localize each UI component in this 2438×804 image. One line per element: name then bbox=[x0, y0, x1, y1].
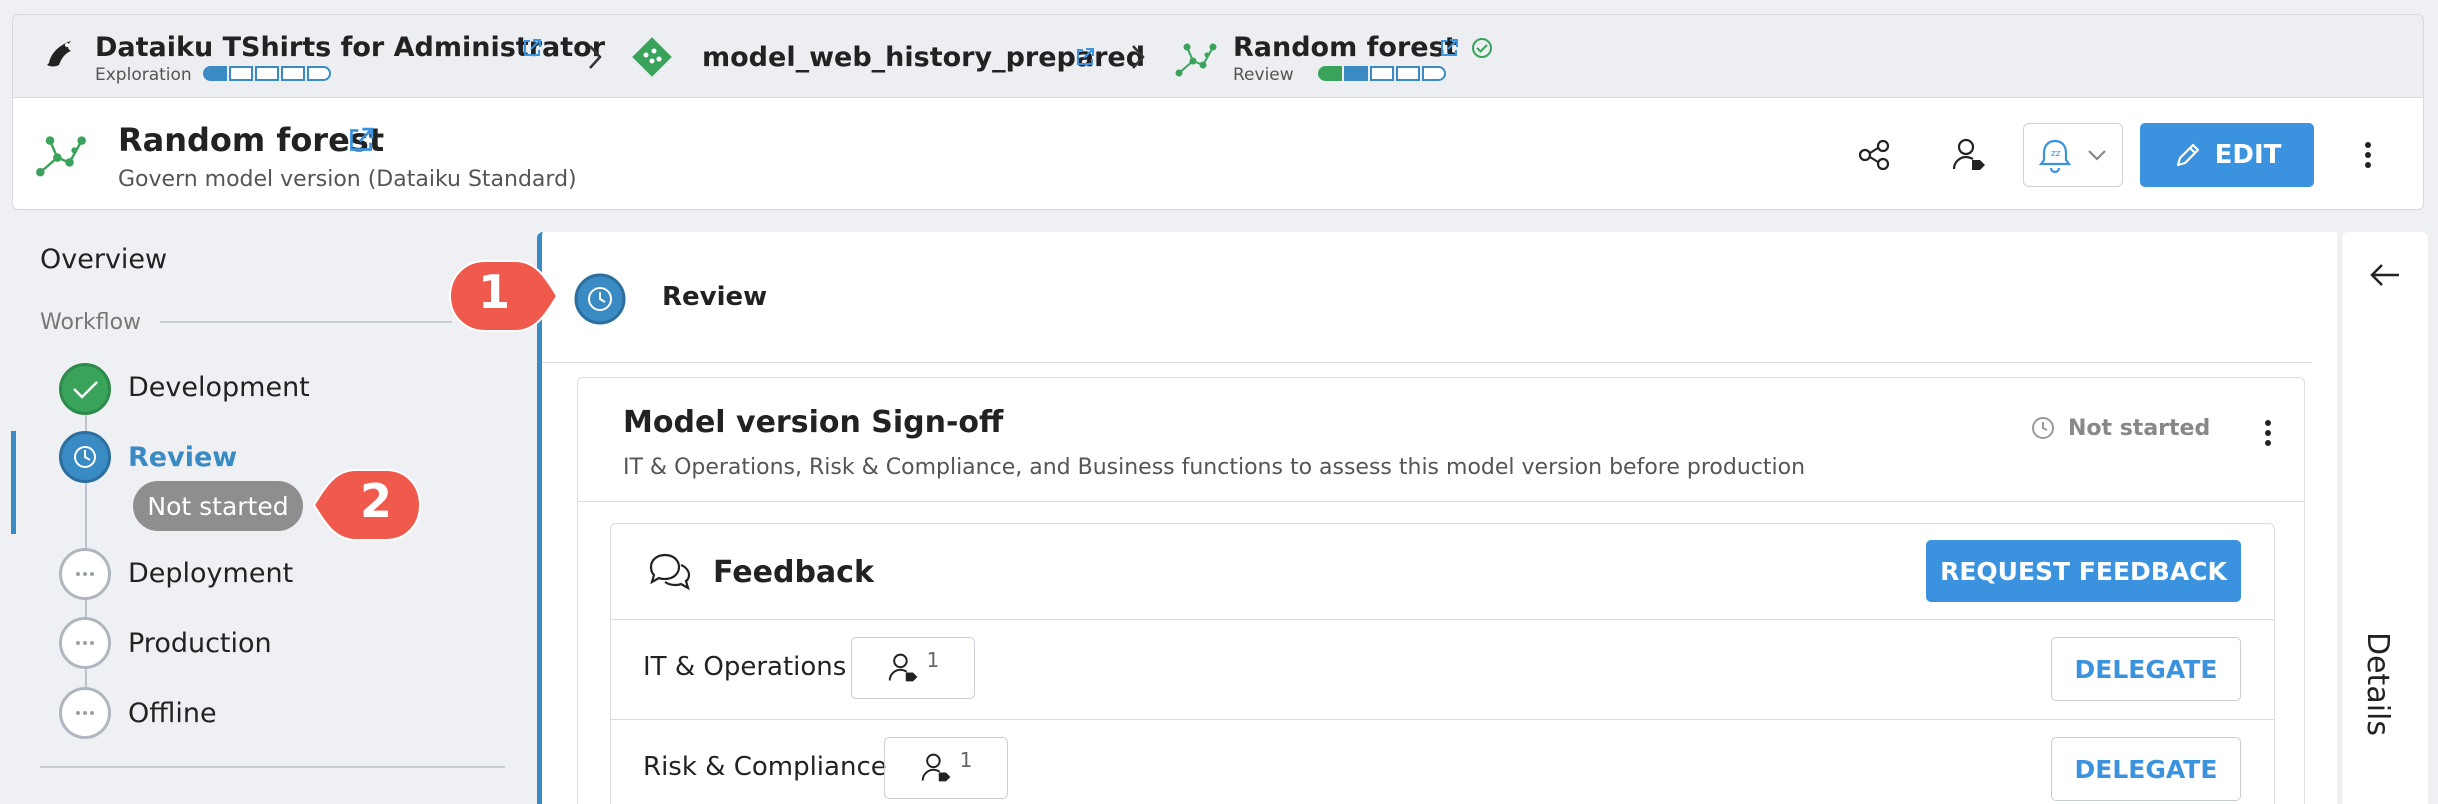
stage-offline[interactable]: Offline bbox=[128, 698, 217, 729]
bell-snooze-icon: zz bbox=[2038, 139, 2072, 173]
check-circle-icon bbox=[1472, 38, 1492, 58]
chevron-down-icon bbox=[2088, 150, 2106, 161]
stage-connector bbox=[85, 599, 87, 619]
feedback-row: Risk & Compliance 1 DELEGATE bbox=[611, 719, 2274, 804]
breadcrumb-model[interactable]: model_web_history_prepared bbox=[628, 15, 1145, 99]
model-icon bbox=[36, 136, 86, 177]
version-progress-bar bbox=[1318, 66, 1446, 81]
share-graph-icon bbox=[1858, 139, 1890, 171]
sign-off-users-button[interactable] bbox=[1938, 123, 2002, 187]
panel-divider bbox=[542, 362, 2312, 363]
feedback-row-label: IT & Operations bbox=[643, 652, 847, 682]
stage-production-pending-icon bbox=[59, 617, 111, 669]
external-link-icon[interactable] bbox=[1074, 46, 1096, 68]
delegate-button[interactable]: DELEGATE bbox=[2051, 637, 2241, 701]
edit-button-label: EDIT bbox=[2214, 140, 2282, 170]
feedback-row-label: Risk & Compliance bbox=[643, 752, 887, 782]
nav-overview[interactable]: Overview bbox=[40, 244, 167, 275]
user-tag-icon bbox=[888, 653, 918, 682]
callout-2-label: 2 bbox=[360, 474, 393, 528]
chat-bubbles-icon bbox=[649, 553, 691, 591]
kebab-menu-icon bbox=[2365, 142, 2371, 168]
edit-button[interactable]: EDIT bbox=[2140, 123, 2314, 187]
sign-off-card: Model version Sign-off IT & Operations, … bbox=[577, 377, 2305, 804]
card-divider bbox=[578, 501, 2304, 502]
section-divider bbox=[160, 321, 452, 323]
project-progress-bar bbox=[203, 66, 331, 81]
assignees-button[interactable]: 1 bbox=[851, 637, 975, 699]
stage-development-done-icon bbox=[59, 363, 111, 415]
callout-2: 2 bbox=[298, 465, 426, 545]
review-status-badge: Not started bbox=[133, 481, 303, 531]
notifications-dropdown[interactable]: zz bbox=[2023, 123, 2123, 187]
main-panel: Review Model version Sign-off IT & Opera… bbox=[537, 232, 2337, 804]
workflow-section-label: Workflow bbox=[40, 310, 142, 335]
assignees-button[interactable]: 1 bbox=[884, 737, 1008, 799]
feedback-title: Feedback bbox=[713, 554, 874, 590]
callout-1-label: 1 bbox=[478, 265, 511, 319]
assignee-count: 1 bbox=[926, 648, 940, 672]
stage-development[interactable]: Development bbox=[128, 372, 310, 403]
bird-logo-icon bbox=[35, 41, 71, 77]
stage-offline-pending-icon bbox=[59, 687, 111, 739]
svg-text:zz: zz bbox=[2051, 149, 2061, 159]
sign-off-status-label: Not started bbox=[2068, 415, 2211, 441]
active-stage-indicator bbox=[11, 431, 16, 534]
stage-production[interactable]: Production bbox=[128, 628, 272, 659]
breadcrumb-version-title[interactable]: Random forest bbox=[1233, 32, 1458, 63]
feedback-section: Feedback REQUEST FEEDBACK IT & Operation… bbox=[610, 523, 2275, 804]
sign-off-description: IT & Operations, Risk & Compliance, and … bbox=[623, 455, 1806, 480]
kebab-menu-icon bbox=[2265, 420, 2271, 446]
breadcrumb-project[interactable]: Dataiku TShirts for Administrator Explor… bbox=[13, 15, 605, 99]
stage-connector bbox=[85, 668, 87, 689]
clock-icon bbox=[2032, 417, 2054, 439]
user-tag-icon bbox=[1952, 138, 1985, 170]
chevron-right-icon bbox=[1132, 45, 1145, 69]
model-icon bbox=[1175, 43, 1217, 77]
lineage-button[interactable] bbox=[1843, 123, 1907, 187]
user-tag-icon bbox=[921, 753, 951, 782]
external-link-icon[interactable] bbox=[521, 37, 543, 59]
step-title: Review bbox=[662, 282, 768, 312]
stage-review-clock-icon bbox=[59, 431, 111, 483]
external-link-icon[interactable] bbox=[346, 125, 376, 155]
stage-review[interactable]: Review bbox=[128, 442, 237, 473]
nav-divider bbox=[40, 766, 505, 768]
feedback-header: Feedback bbox=[647, 551, 874, 593]
delegate-button[interactable]: DELEGATE bbox=[2051, 737, 2241, 801]
page-subtitle: Govern model version (Dataiku Standard) bbox=[118, 167, 577, 192]
callout-1: 1 bbox=[445, 256, 570, 336]
review-clock-icon bbox=[574, 273, 626, 325]
dataset-icon bbox=[632, 37, 672, 77]
stage-deployment[interactable]: Deployment bbox=[128, 558, 293, 589]
external-link-icon[interactable] bbox=[1438, 37, 1460, 59]
request-feedback-button[interactable]: REQUEST FEEDBACK bbox=[1926, 540, 2241, 602]
sign-off-title: Model version Sign-off bbox=[623, 405, 1004, 440]
sign-off-menu-button[interactable] bbox=[2258, 418, 2278, 448]
stage-connector bbox=[85, 483, 87, 551]
details-label[interactable]: Details bbox=[2360, 632, 2395, 736]
page-header: Random forest Govern model version (Data… bbox=[12, 97, 2424, 210]
feedback-row: IT & Operations 1 DELEGATE bbox=[611, 619, 2274, 719]
breadcrumb-version[interactable]: Random forest Review bbox=[1173, 15, 1513, 99]
sign-off-status: Not started bbox=[2030, 415, 2210, 441]
stage-deployment-pending-icon bbox=[59, 548, 111, 600]
assignee-count: 1 bbox=[959, 748, 973, 772]
chevron-right-icon bbox=[589, 45, 602, 69]
details-panel: Details bbox=[2342, 232, 2428, 804]
arrow-left-icon[interactable] bbox=[2369, 262, 2401, 288]
pencil-icon bbox=[2176, 143, 2199, 167]
page-title: Random forest bbox=[118, 121, 385, 159]
more-actions-button[interactable] bbox=[2348, 123, 2388, 187]
breadcrumb: Dataiku TShirts for Administrator Explor… bbox=[12, 14, 2424, 98]
breadcrumb-version-stage: Review bbox=[1233, 65, 1294, 85]
breadcrumb-project-stage: Exploration bbox=[95, 65, 192, 85]
